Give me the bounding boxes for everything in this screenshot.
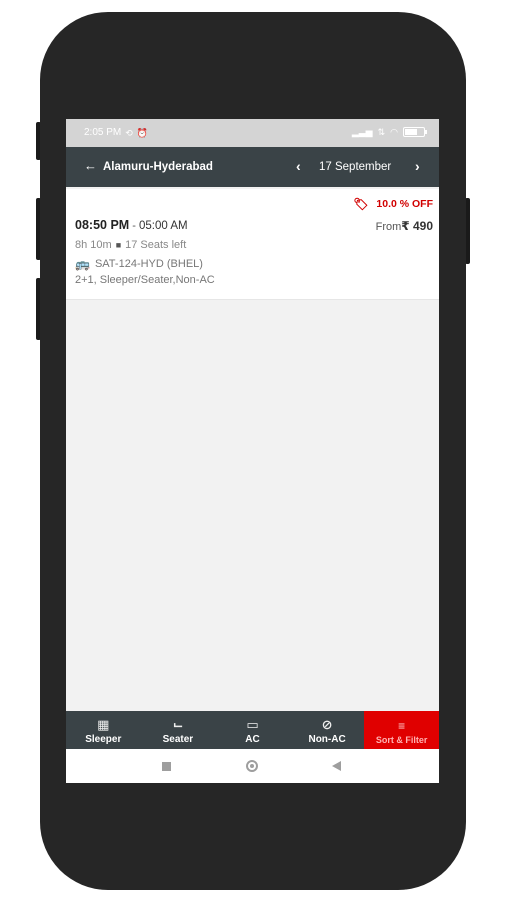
sync-icon: ⟲ (125, 127, 133, 138)
bus-name: SAT-124-HYD (BHEL) (94, 258, 203, 270)
previous-date-chevron-icon[interactable]: ‹ (296, 157, 301, 175)
journey-times: 08:50 PM - 05:00 AM (75, 218, 188, 232)
filter-sleeper-button[interactable]: ▦ Sleeper (66, 711, 141, 749)
filter-label: AC (245, 734, 260, 745)
departure-time: 08:50 PM (75, 218, 130, 232)
volte-icon: ⇅ (377, 127, 386, 137)
filter-label: Seater (162, 734, 194, 745)
phone-screen: 2:05 PM ⟲ ⏰ ▂▃▅ ⇅ ◠ ← Alamuru-Hyderabad … (66, 119, 439, 783)
home-icon[interactable] (246, 760, 258, 772)
bus-operator: 🚌 SAT-124-HYD (BHEL) (75, 257, 203, 271)
filter-label: Non-AC (308, 734, 346, 745)
bus-type: 2+1, Sleeper/Seater,Non-AC (75, 274, 215, 286)
route-title: Alamuru-Hyderabad (103, 161, 213, 173)
travel-date[interactable]: 17 September (319, 160, 391, 174)
filter-ac-button[interactable]: ▭ AC (215, 711, 290, 749)
android-nav-bar (66, 749, 439, 783)
offer-badge: 🏷 10.0 % OFF (353, 197, 433, 211)
nav-back-icon[interactable] (332, 761, 341, 771)
filter-label: Sort & Filter (375, 735, 428, 745)
status-right: ▂▃▅ ⇅ ◠ (351, 127, 427, 137)
fare-price: ₹ 490 (401, 219, 433, 233)
fare: From₹ 490 (376, 219, 433, 233)
status-bar: 2:05 PM ⟲ ⏰ ▂▃▅ ⇅ ◠ (66, 119, 439, 147)
status-time: 2:05 PM (84, 127, 122, 138)
filter-non-ac-button[interactable]: ⊘ Non-AC (290, 711, 365, 749)
app-header: ← Alamuru-Hyderabad ‹ 17 September › (66, 147, 439, 187)
page: 2:05 PM ⟲ ⏰ ▂▃▅ ⇅ ◠ ← Alamuru-Hyderabad … (0, 0, 506, 900)
offer-tag-icon: 🏷 (353, 197, 369, 211)
battery-icon (403, 127, 427, 137)
bus-result-card[interactable]: 🏷 10.0 % OFF 08:50 PM - 05:00 AM From₹ 4… (66, 189, 439, 300)
ac-icon: ▭ (246, 717, 259, 732)
seats-left: 17 Seats left (125, 239, 187, 251)
fare-prefix: From (375, 221, 402, 233)
time-separator: - (129, 220, 139, 232)
recent-apps-icon[interactable] (162, 762, 171, 771)
wifi-icon: ◠ (390, 127, 398, 137)
filter-bar: ▦ Sleeper ⌙ Seater ▭ AC ⊘ Non-AC ≡ Sort … (66, 711, 439, 749)
sort-and-filter-button[interactable]: ≡ Sort & Filter (364, 711, 439, 749)
next-date-chevron-icon[interactable]: › (415, 157, 420, 175)
arrival-time: 05:00 AM (138, 220, 188, 232)
bus-icon: 🚌 (75, 257, 90, 271)
alarm-icon: ⏰ (136, 127, 149, 138)
non-ac-icon: ⊘ (321, 717, 333, 732)
journey-duration: 8h 10m (75, 239, 112, 251)
filter-label: Sleeper (85, 734, 122, 745)
seater-icon: ⌙ (172, 717, 184, 732)
back-arrow-icon[interactable]: ← (84, 158, 97, 174)
filter-seater-button[interactable]: ⌙ Seater (141, 711, 216, 749)
signal-icon: ▂▃▅ (351, 127, 373, 137)
journey-meta: 8h 10m ■ 17 Seats left (75, 239, 186, 251)
sleeper-icon: ▦ (97, 717, 110, 732)
filter-icon: ≡ (398, 719, 406, 733)
dot-separator-icon: ■ (115, 240, 122, 250)
offer-text: 10.0 % OFF (376, 198, 433, 210)
status-left: 2:05 PM ⟲ ⏰ (84, 127, 148, 138)
